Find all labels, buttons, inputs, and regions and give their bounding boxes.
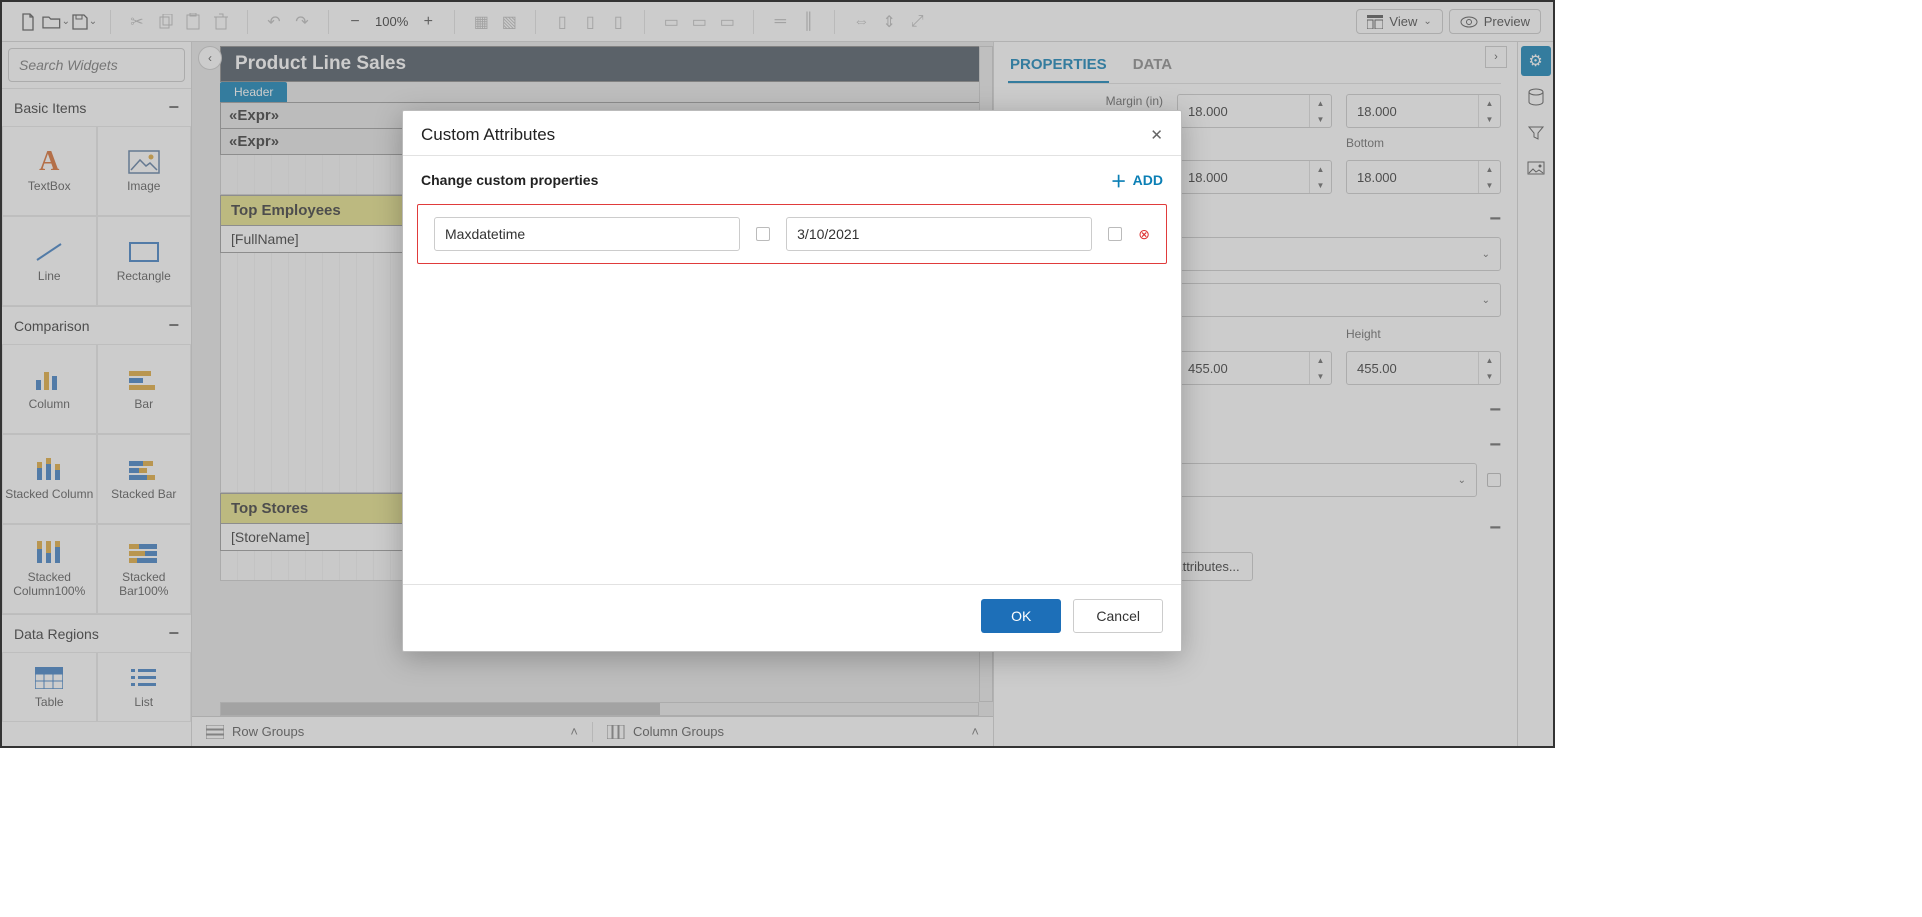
attr-key-input[interactable] (434, 217, 740, 251)
attr-value-input[interactable] (786, 217, 1092, 251)
attr-checkbox-1[interactable] (756, 227, 770, 241)
add-button[interactable]: ＋ ADD (1111, 168, 1163, 192)
custom-attributes-dialog: Custom Attributes ✕ Change custom proper… (402, 110, 1182, 652)
dialog-subtitle: Change custom properties (421, 172, 598, 188)
close-icon[interactable]: ✕ (1150, 126, 1163, 144)
attribute-row: ⊗ (417, 204, 1167, 264)
attr-checkbox-2[interactable] (1108, 227, 1122, 241)
plus-icon: ＋ (1111, 168, 1127, 192)
ok-button[interactable]: OK (981, 599, 1061, 633)
cancel-button[interactable]: Cancel (1073, 599, 1163, 633)
dialog-title: Custom Attributes (421, 125, 555, 145)
delete-row-icon[interactable]: ⊗ (1138, 226, 1150, 243)
